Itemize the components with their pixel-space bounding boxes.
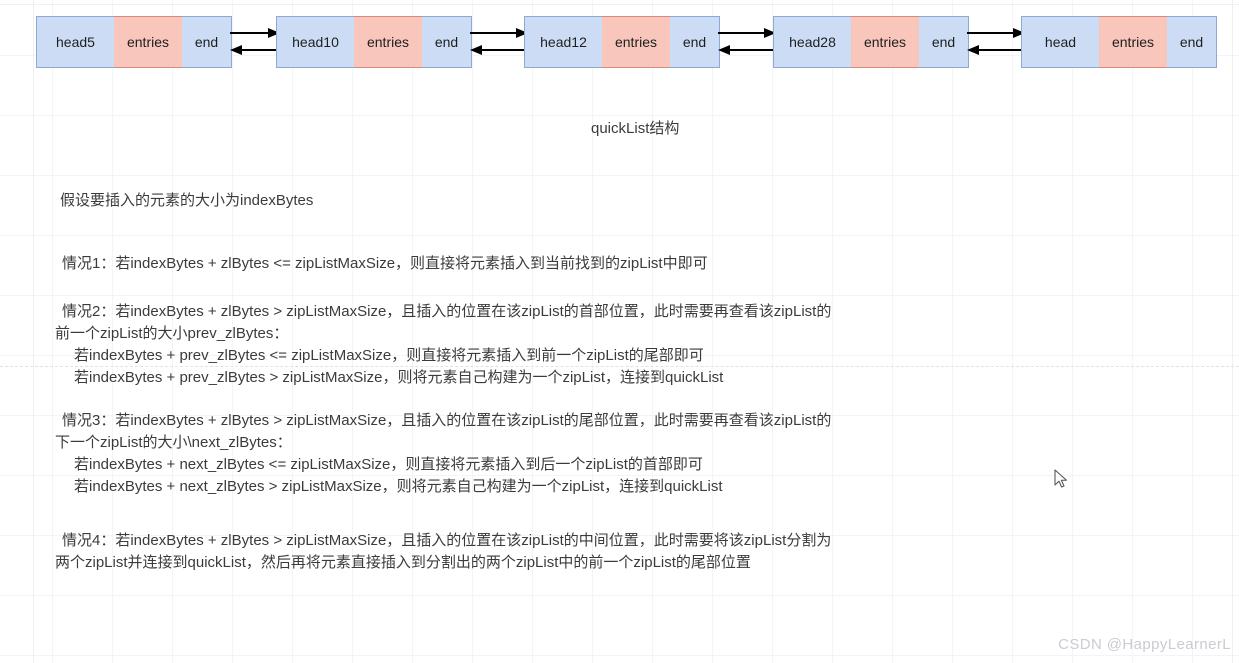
- quicklist-node[interactable]: head 5 entries end: [36, 16, 232, 68]
- note-case4-line1: 情况4：若indexBytes + zlBytes > zipListMaxSi…: [62, 532, 832, 549]
- csdn-watermark: CSDN @HappyLearnerL: [1058, 636, 1231, 653]
- node-entries-cell: entries: [851, 16, 919, 68]
- guide-line: [33, 0, 34, 663]
- quicklist-node[interactable]: head 10 entries end: [276, 16, 472, 68]
- note-case2-line3: 若indexBytes + prev_zlBytes <= zipListMax…: [74, 347, 704, 364]
- node-head-cell: head 12: [524, 16, 602, 68]
- note-case3-line1: 情况3：若indexBytes + zlBytes > zipListMaxSi…: [62, 412, 832, 429]
- node-head-cell: head 10: [276, 16, 354, 68]
- note-case3-line3: 若indexBytes + next_zlBytes <= zipListMax…: [74, 456, 703, 473]
- node-connector-arrows: [718, 22, 776, 62]
- node-end-cell: end: [182, 16, 232, 68]
- node-head-text: head: [1044, 33, 1077, 50]
- node-head-value: 28: [820, 33, 836, 50]
- note-case3-line4: 若indexBytes + next_zlBytes > zipListMaxS…: [74, 478, 723, 495]
- node-connector-arrows: [230, 22, 280, 62]
- node-entries-cell: entries: [1099, 16, 1167, 68]
- note-case1: 情况1：若indexBytes + zlBytes <= zipListMaxS…: [62, 255, 708, 272]
- node-head-value: 12: [571, 33, 587, 50]
- whiteboard-canvas: head 5 entries end head 10 entries end h…: [0, 0, 1239, 663]
- node-head-cell: head: [1021, 16, 1099, 68]
- quicklist-node[interactable]: head entries end: [1021, 16, 1217, 68]
- note-case2-line4: 若indexBytes + prev_zlBytes > zipListMaxS…: [74, 369, 724, 386]
- quicklist-node[interactable]: head 12 entries end: [524, 16, 720, 68]
- note-case2-line1: 情况2：若indexBytes + zlBytes > zipListMaxSi…: [62, 303, 832, 320]
- node-head-text: head: [56, 33, 88, 50]
- node-connector-arrows: [470, 22, 528, 62]
- node-head-cell: head 5: [36, 16, 114, 68]
- note-assumption: 假设要插入的元素的大小为indexBytes: [60, 192, 314, 209]
- node-entries-cell: entries: [602, 16, 670, 68]
- node-head-value: 5: [87, 33, 95, 50]
- note-case2-line2: 前一个zipList的大小prev_zlBytes：: [55, 325, 289, 342]
- node-head-text: head: [789, 33, 821, 50]
- guide-line: [0, 4, 1239, 5]
- node-end-cell: end: [670, 16, 720, 68]
- node-connector-arrows: [967, 22, 1025, 62]
- note-case3-line2: 下一个zipList的大小\next_zlBytes：: [55, 434, 292, 451]
- node-entries-cell: entries: [354, 16, 422, 68]
- quicklist-node-chain: head 5 entries end head 10 entries end h…: [0, 16, 1239, 70]
- node-end-cell: end: [919, 16, 969, 68]
- node-head-cell: head 28: [773, 16, 851, 68]
- node-head-text: head: [292, 33, 324, 50]
- node-entries-cell: entries: [114, 16, 182, 68]
- node-head-text: head: [540, 33, 572, 50]
- node-end-cell: end: [422, 16, 472, 68]
- node-end-cell: end: [1167, 16, 1217, 68]
- node-head-value: 10: [323, 33, 339, 50]
- diagram-title: quickList结构: [591, 120, 680, 137]
- note-case4-line2: 两个zipList并连接到quickList，然后再将元素直接插入到分割出的两个…: [55, 554, 751, 571]
- guide-line: [1232, 0, 1233, 663]
- mouse-cursor-icon: [1054, 469, 1068, 489]
- quicklist-node[interactable]: head 28 entries end: [773, 16, 969, 68]
